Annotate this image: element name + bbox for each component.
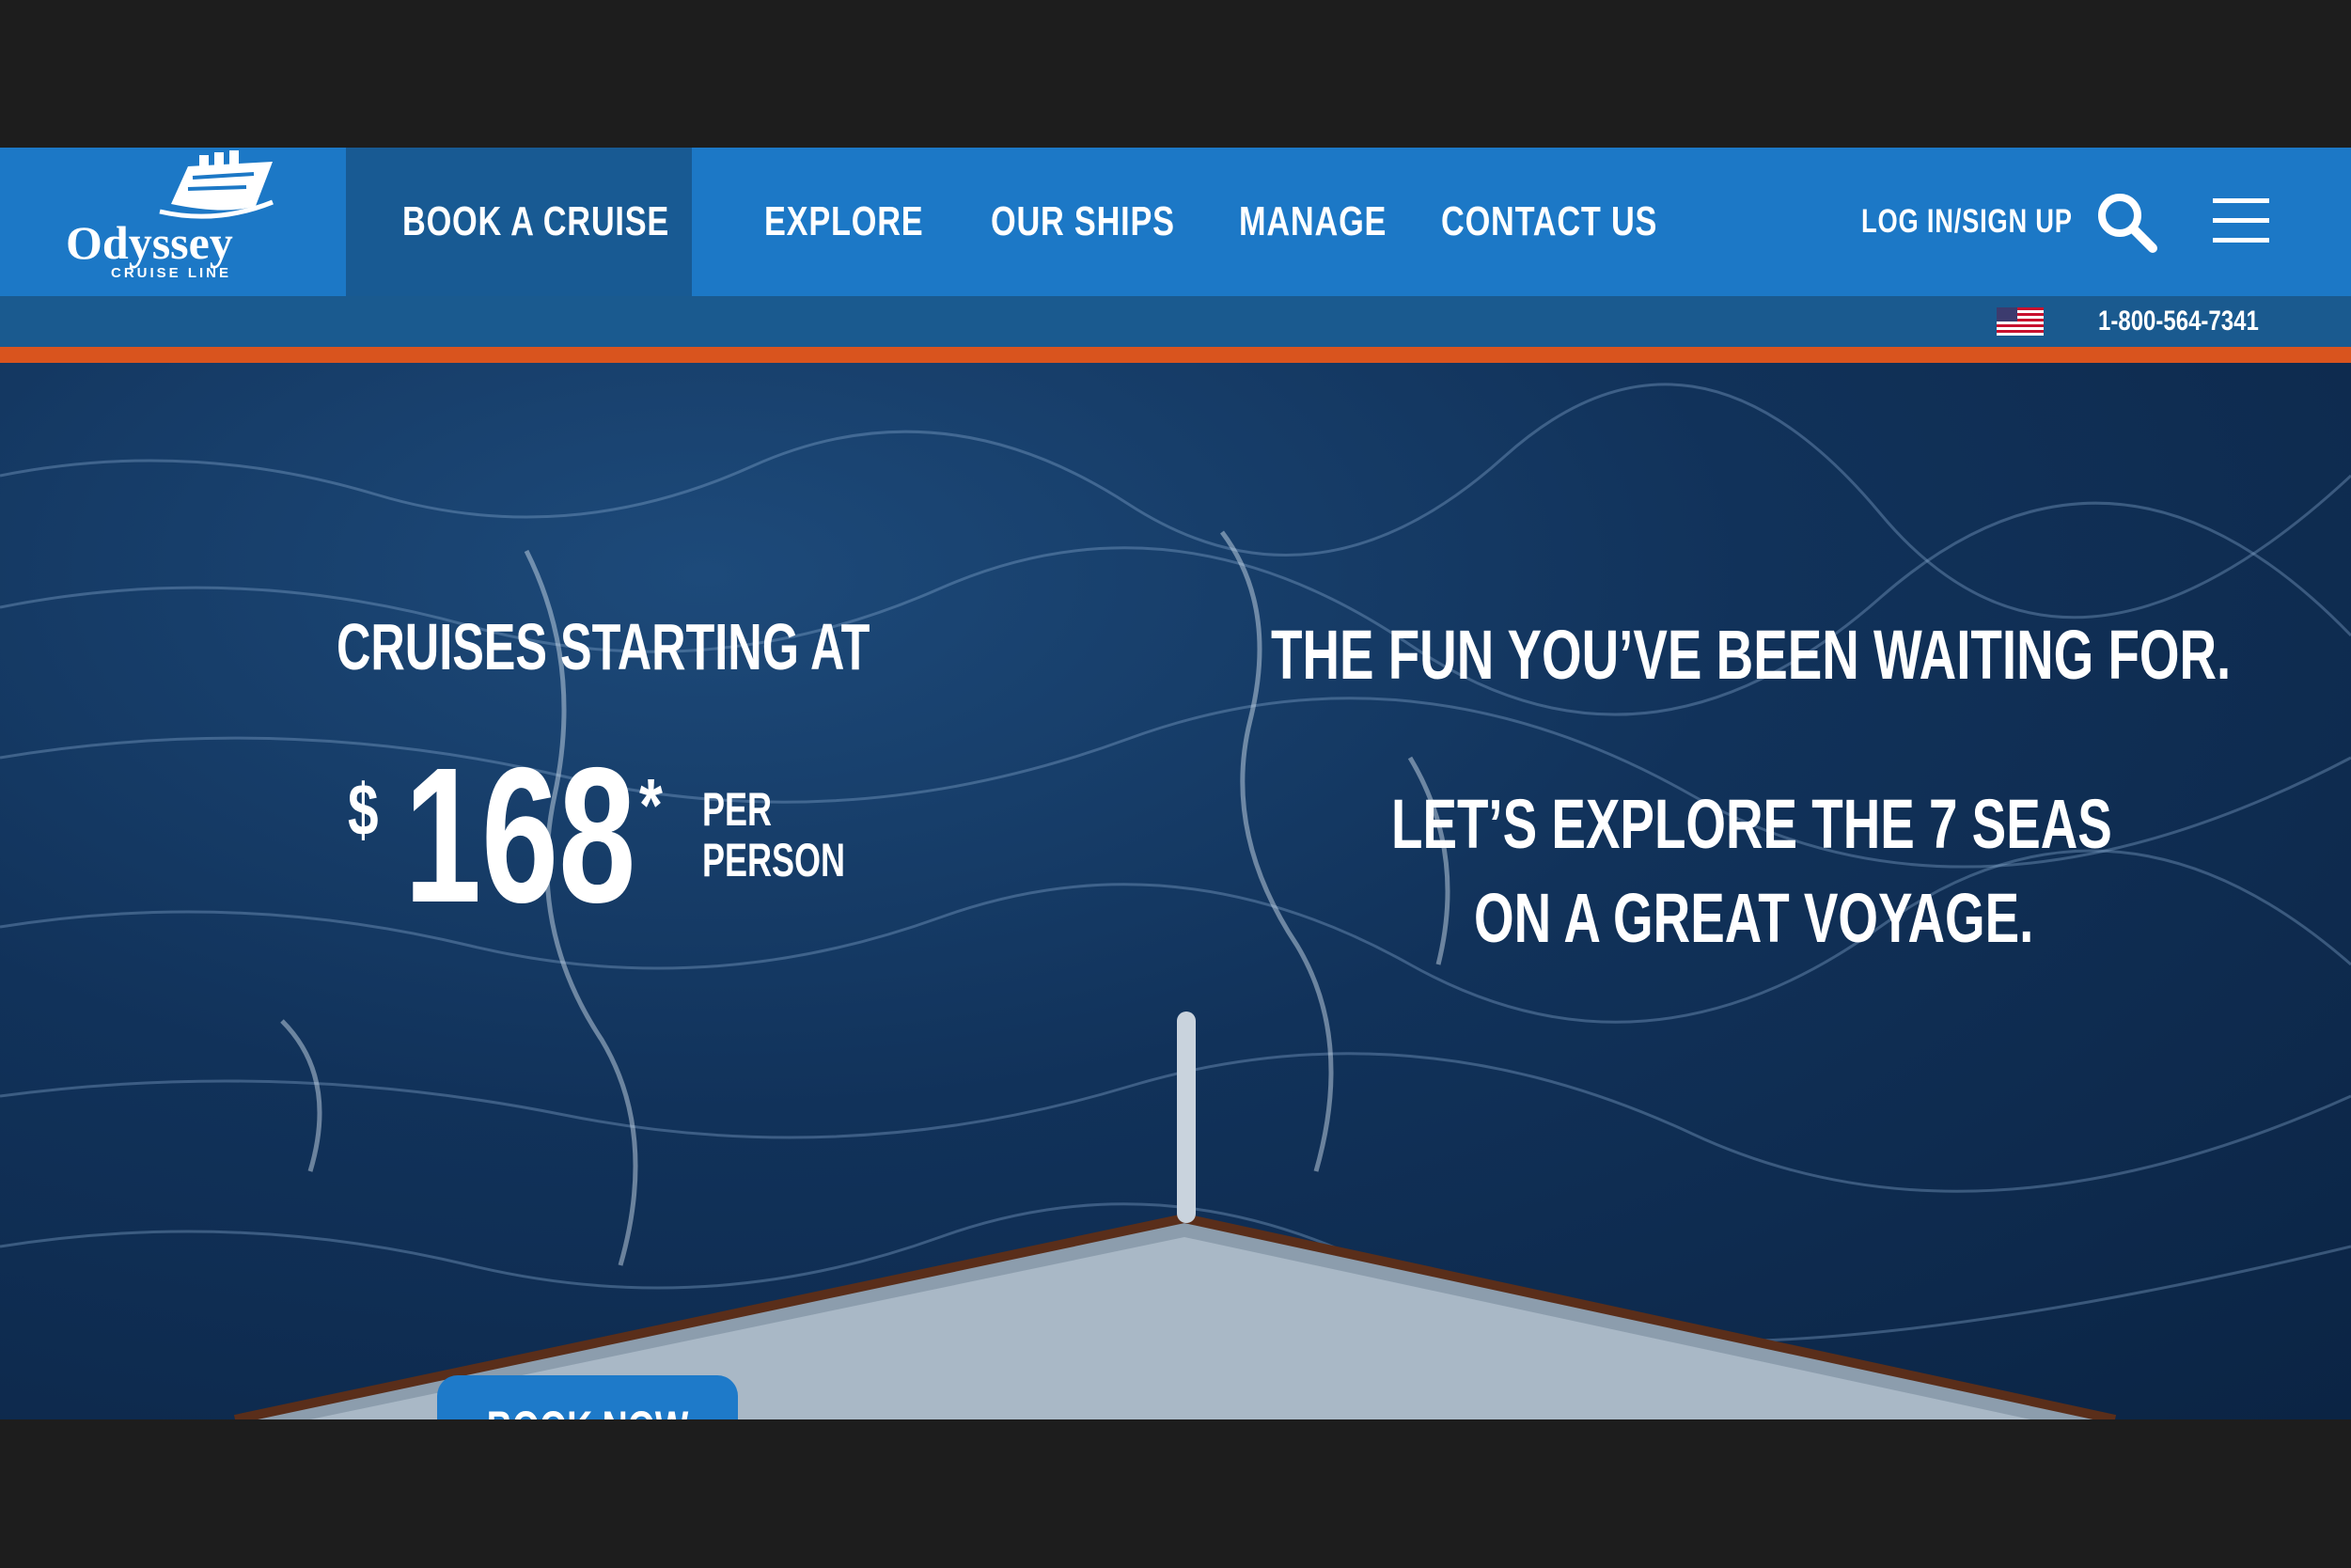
ship-logo-icon: Odyssey CRUISE LINE	[66, 150, 274, 281]
brand-logo[interactable]: Odyssey CRUISE LINE	[0, 148, 346, 296]
search-icon[interactable]	[2094, 190, 2160, 256]
per-person-label: PER PERSON	[702, 783, 846, 886]
nav-label: CONTACT US	[1441, 198, 1658, 244]
hero-subline-1: LET’S EXPLORE THE 7 SEAS	[1391, 785, 2112, 863]
hero-subline-2: ON A GREAT VOYAGE.	[1474, 879, 2034, 957]
price-intro: CRUISES STARTING AT	[337, 610, 870, 683]
nav-label: OUR SHIPS	[991, 198, 1175, 244]
hero-section: CRUISES STARTING AT $ 168 * PER PERSON B…	[0, 363, 2351, 1419]
hamburger-menu-icon[interactable]	[2211, 195, 2271, 247]
price-asterisk: *	[639, 763, 663, 847]
nav-explore[interactable]: EXPLORE	[764, 148, 968, 296]
nav-label: BOOK A CRUISE	[402, 198, 670, 244]
nav-manage[interactable]: MANAGE	[1239, 148, 1429, 296]
utility-bar: 1-800-564-7341	[0, 296, 2351, 347]
top-navigation: Odyssey CRUISE LINE BOOK A CRUISE EXPLOR…	[0, 148, 2351, 296]
brand-name: Odyssey	[66, 216, 233, 269]
hero-headline: THE FUN YOU’VE BEEN WAITING FOR.	[1271, 616, 2232, 694]
currency-symbol: $	[348, 768, 379, 851]
nav-book-a-cruise[interactable]: BOOK A CRUISE	[402, 148, 744, 296]
price-amount: 168	[404, 728, 636, 943]
login-signup-link[interactable]: LOG IN/SIGN UP	[1861, 148, 2132, 296]
book-now-button[interactable]: BOOK NOW	[437, 1375, 738, 1419]
login-label: LOG IN/SIGN UP	[1861, 203, 2073, 240]
accent-divider	[0, 347, 2351, 363]
phone-number[interactable]: 1-800-564-7341	[2098, 296, 2299, 347]
nav-label: MANAGE	[1239, 198, 1387, 244]
nav-contact-us[interactable]: CONTACT US	[1441, 148, 1718, 296]
nav-label: EXPLORE	[764, 198, 924, 244]
us-flag-icon[interactable]	[1997, 307, 2044, 336]
nav-our-ships[interactable]: OUR SHIPS	[991, 148, 1227, 296]
brand-tagline: CRUISE LINE	[111, 265, 231, 281]
